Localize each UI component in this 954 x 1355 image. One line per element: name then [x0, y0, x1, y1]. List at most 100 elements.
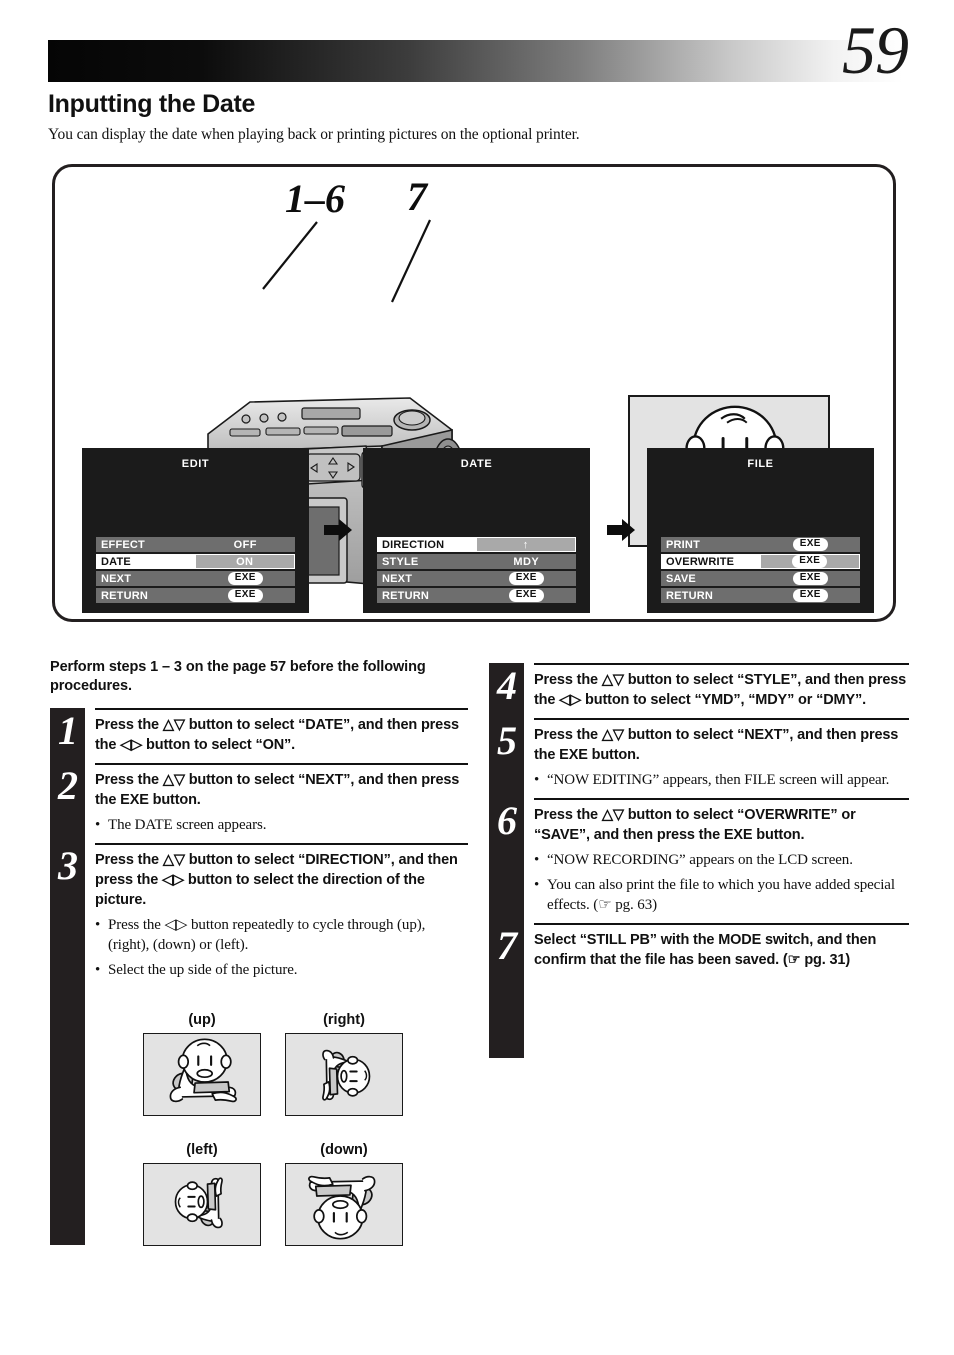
step-divider — [95, 843, 468, 845]
menu-title-file: FILE — [747, 458, 774, 470]
menu-row-label: DIRECTION — [377, 537, 477, 552]
steps-column-left: 1 Press the △▽ button to select “DATE”, … — [50, 708, 468, 1245]
menu-row-label: RETURN — [377, 588, 477, 603]
menu-title-edit: EDIT — [181, 458, 210, 470]
menu-row-date[interactable]: DATE ON — [96, 554, 295, 569]
menu-row-return[interactable]: RETURN EXE — [377, 588, 576, 603]
step-divider — [534, 923, 909, 925]
orientation-down: (down) — [285, 1142, 403, 1246]
step-note: • You can also print the file to which y… — [534, 875, 909, 915]
baby-icon-down — [308, 1175, 376, 1240]
menu-row-effect[interactable]: EFFECT OFF — [96, 537, 295, 552]
step-2: 2 Press the △▽ button to select “NEXT”, … — [50, 763, 468, 843]
menu-row-value: OFF — [195, 537, 295, 552]
step-note: • Press the ◁▷ button repeatedly to cycl… — [95, 915, 468, 955]
step-1: 1 Press the △▽ button to select “DATE”, … — [50, 708, 468, 763]
menu-row-next[interactable]: NEXT EXE — [96, 571, 295, 586]
baby-icon-up — [169, 1038, 237, 1103]
step-number: 2 — [58, 763, 78, 808]
step-3: 3 Press the △▽ button to select “DIRECTI… — [50, 843, 468, 988]
menu-row-label: SAVE — [661, 571, 761, 586]
menu-rows-edit: EFFECT OFF DATE ON NEXT EXE RETURN EXE — [96, 537, 295, 603]
step-number: 5 — [497, 718, 517, 763]
menu-row-value: EXE — [195, 588, 295, 603]
bullet-icon: • — [95, 817, 101, 833]
callout-label-steps-1-6: 1–6 — [285, 176, 345, 221]
step-instruction: Press the △▽ button to select “OVERWRITE… — [534, 807, 856, 843]
step-instruction: Press the △▽ button to select “DIRECTION… — [95, 852, 458, 908]
bullet-icon: • — [95, 962, 101, 978]
menu-title-date: DATE — [460, 458, 493, 470]
step-4: 4 Press the △▽ button to select “STYLE”,… — [489, 663, 909, 718]
baby-icon-right — [322, 1049, 371, 1101]
step-number: 4 — [497, 663, 517, 708]
menu-row-save[interactable]: SAVE EXE — [661, 571, 860, 586]
orientation-caption: (left) — [186, 1142, 218, 1158]
exe-button[interactable]: EXE — [792, 538, 828, 551]
bullet-icon: • — [534, 877, 540, 893]
menu-row-value: EXE — [760, 571, 860, 586]
orientation-right: (right) — [285, 1012, 403, 1116]
step-number: 6 — [497, 798, 517, 843]
menu-row-label: STYLE — [377, 554, 477, 569]
menu-row-print[interactable]: PRINT EXE — [661, 537, 860, 552]
menu-row-overwrite[interactable]: OVERWRITE EXE — [661, 554, 860, 569]
step-instruction: Press the △▽ button to select “STYLE”, a… — [534, 672, 907, 708]
step-note-text: “NOW EDITING” appears, then FILE screen … — [547, 772, 890, 788]
step-instruction: Press the △▽ button to select “NEXT”, an… — [534, 727, 899, 763]
step-note-text: “NOW RECORDING” appears on the LCD scree… — [547, 852, 853, 868]
menu-row-next[interactable]: NEXT EXE — [377, 571, 576, 586]
step-divider — [534, 718, 909, 720]
step-7: 7 Select “STILL PB” with the MODE switch… — [489, 923, 909, 978]
orientation-left: (left) — [143, 1142, 261, 1246]
baby-icon-left — [174, 1177, 223, 1229]
step-instruction: Select “STILL PB” with the MODE switch, … — [534, 932, 877, 968]
menu-row-value: EXE — [760, 537, 860, 552]
menu-row-value: MDY — [476, 554, 576, 569]
exe-button[interactable]: EXE — [227, 589, 263, 602]
menu-row-label: OVERWRITE — [661, 554, 761, 569]
step-divider — [95, 708, 468, 710]
bullet-icon: • — [534, 772, 540, 788]
bullet-icon: • — [534, 852, 540, 868]
menu-row-label: RETURN — [96, 588, 196, 603]
callout-label-step-7: 7 — [407, 174, 427, 219]
orientation-caption: (up) — [188, 1012, 216, 1028]
step-divider — [95, 763, 468, 765]
menu-row-label: EFFECT — [96, 537, 196, 552]
menu-row-direction[interactable]: DIRECTION ↑ — [377, 537, 576, 552]
menu-row-label: DATE — [96, 554, 196, 569]
exe-button[interactable]: EXE — [508, 572, 544, 585]
step-number: 3 — [58, 843, 78, 888]
menu-row-return[interactable]: RETURN EXE — [96, 588, 295, 603]
page-title: Inputting the Date — [48, 90, 256, 118]
exe-button[interactable]: EXE — [508, 589, 544, 602]
step-instruction: Press the △▽ button to select “NEXT”, an… — [95, 772, 460, 808]
step-note-text: Select the up side of the picture. — [108, 962, 298, 978]
exe-button[interactable]: EXE — [227, 572, 263, 585]
menu-row-label: NEXT — [377, 571, 477, 586]
orientation-up: (up) — [143, 1012, 261, 1116]
exe-button[interactable]: EXE — [792, 589, 828, 602]
step-divider — [534, 663, 909, 665]
step-5: 5 Press the △▽ button to select “NEXT”, … — [489, 718, 909, 798]
step-note-text: You can also print the file to which you… — [547, 877, 895, 913]
step-note: • “NOW EDITING” appears, then FILE scree… — [534, 770, 909, 790]
steps-column-right: 4 Press the △▽ button to select “STYLE”,… — [489, 663, 909, 1058]
orientation-thumbnail — [143, 1033, 261, 1116]
menu-row-value: EXE — [476, 588, 576, 603]
exe-button[interactable]: EXE — [792, 572, 828, 585]
exe-button[interactable]: EXE — [792, 555, 828, 568]
steps-intro-text: Perform steps 1 – 3 on the page 57 befor… — [50, 659, 426, 694]
step-divider — [534, 798, 909, 800]
step-number: 1 — [58, 708, 78, 753]
step-note: • “NOW RECORDING” appears on the LCD scr… — [534, 850, 909, 870]
menu-row-return[interactable]: RETURN EXE — [661, 588, 860, 603]
step-instruction: Press the △▽ button to select “DATE”, an… — [95, 717, 459, 753]
menu-screen-file: FILE PRINT EXE OVERWRITE EXE SAVE EXE RE… — [647, 448, 874, 613]
menu-screen-edit: EDIT EFFECT OFF DATE ON NEXT EXE RETURN … — [82, 448, 309, 613]
menu-row-label: PRINT — [661, 537, 761, 552]
step-note: • Select the up side of the picture. — [95, 960, 468, 980]
menu-row-style[interactable]: STYLE MDY — [377, 554, 576, 569]
step-note-text: Press the ◁▷ button repeatedly to cycle … — [108, 917, 426, 953]
